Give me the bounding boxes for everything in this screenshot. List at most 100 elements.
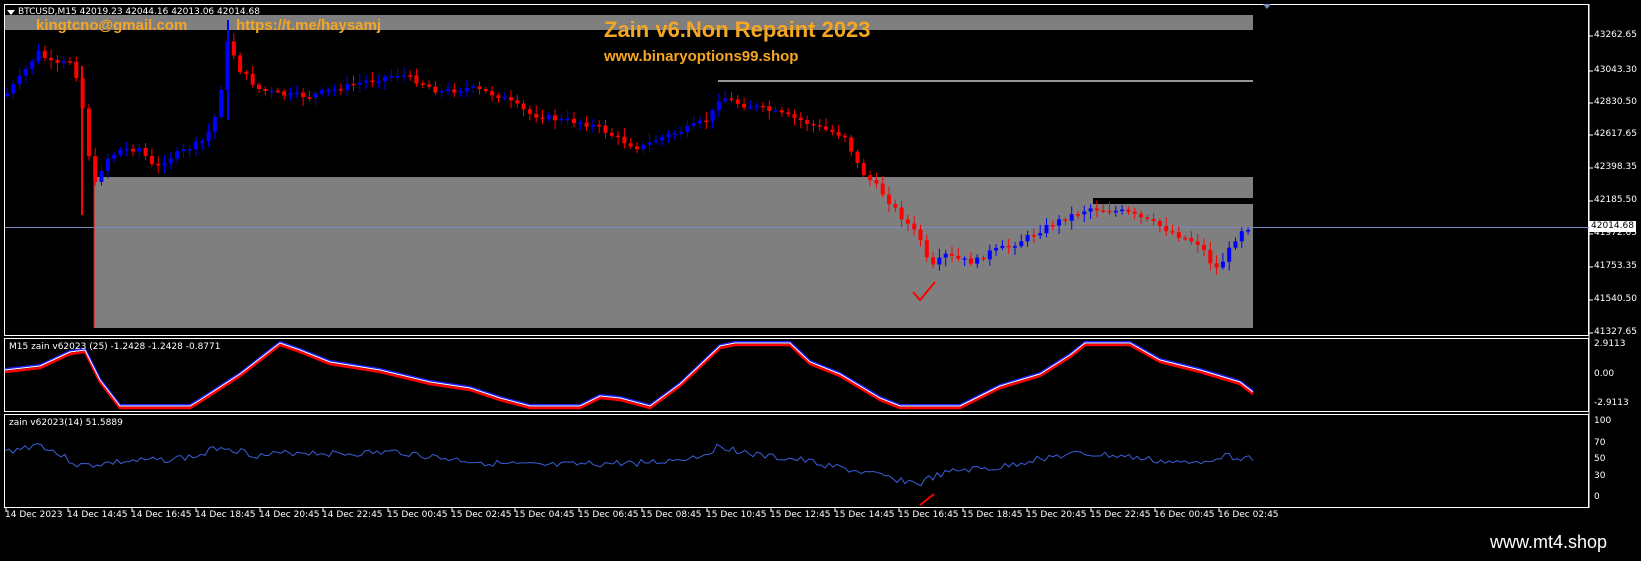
candle-body — [931, 257, 936, 265]
zone-dark-strip — [1093, 198, 1253, 204]
candle-body — [351, 83, 356, 86]
candle-body — [168, 158, 173, 164]
candle-body — [1145, 217, 1150, 219]
scroll-marker-icon[interactable] — [1263, 4, 1271, 9]
candle-body — [376, 81, 381, 83]
candle-body — [710, 110, 715, 121]
candle-body — [36, 50, 41, 62]
candle-body — [1044, 224, 1049, 234]
candle-body — [477, 86, 482, 90]
candle-body — [735, 99, 740, 104]
candle-body — [301, 92, 306, 98]
email-label: kingtcno@gmail.com — [36, 17, 188, 34]
candle-body — [584, 122, 589, 127]
candle-body — [294, 92, 299, 95]
candle-body — [1202, 244, 1206, 251]
trading-chart[interactable] — [0, 0, 1641, 561]
candle-body — [590, 124, 595, 127]
candle-body — [565, 118, 570, 121]
candle-body — [1069, 214, 1074, 221]
candle-body — [698, 120, 702, 124]
price-tick-label: 41540.50 — [1594, 294, 1637, 304]
candle-body — [1076, 214, 1080, 216]
candle-body — [773, 110, 778, 112]
candle-body — [540, 117, 545, 120]
rsi-axis-label: 30 — [1594, 471, 1606, 481]
candle-body — [1101, 210, 1106, 212]
indicator2-frame — [4, 414, 1589, 508]
candle-body — [817, 125, 822, 127]
candle-body — [326, 89, 331, 92]
candle-body — [635, 146, 639, 150]
time-tick-label: 15 Dec 16:45 — [898, 510, 959, 520]
footer-watermark: www.mt4.shop — [1490, 532, 1608, 552]
candle-body — [761, 105, 765, 108]
osc-main-line — [4, 342, 1254, 407]
candle-body — [244, 72, 249, 74]
candle-body — [1176, 232, 1181, 238]
candle-body — [685, 125, 690, 132]
candle-body — [1126, 209, 1131, 212]
price-tick-label: 41753.35 — [1594, 261, 1637, 271]
price-tick-label: 42185.50 — [1594, 195, 1637, 205]
candle-body — [143, 148, 148, 156]
candle-body — [1050, 224, 1055, 227]
candle-body — [887, 194, 891, 205]
candle-body — [861, 163, 866, 176]
candle-body — [622, 136, 627, 144]
candle-body — [1006, 245, 1011, 248]
candle-body — [395, 75, 400, 78]
candle-body — [137, 148, 142, 152]
candle-body — [149, 155, 154, 164]
candle-body — [641, 144, 646, 150]
candle-body — [389, 76, 394, 78]
candle-body — [118, 149, 123, 155]
candle-body — [200, 140, 205, 143]
rsi-axis-label: 50 — [1594, 454, 1606, 464]
candle-body — [383, 76, 387, 82]
candle-body — [767, 106, 772, 111]
candle-body — [880, 183, 885, 195]
candle-body — [496, 95, 501, 98]
candle-body — [1220, 261, 1225, 268]
candle-body — [578, 122, 583, 125]
time-tick-label: 14 Dec 14:45 — [67, 510, 128, 520]
candle-body — [609, 132, 614, 136]
time-tick-label: 15 Dec 14:45 — [834, 510, 895, 520]
candle-body — [956, 255, 961, 259]
candle-body — [603, 125, 608, 133]
panel-menu-icon[interactable] — [7, 10, 15, 15]
candle-body — [156, 163, 161, 166]
time-tick-label: 15 Dec 12:45 — [770, 510, 831, 520]
indicator-title: Zain v6.Non Repaint 2023 — [604, 17, 871, 42]
time-tick-label: 15 Dec 10:45 — [706, 510, 767, 520]
candle-body — [212, 116, 217, 132]
candle-body — [729, 98, 734, 101]
candle-body — [647, 142, 652, 145]
candle-body — [320, 90, 324, 94]
candle-body — [666, 134, 671, 138]
candle-body — [446, 89, 450, 92]
candle-body — [918, 229, 923, 241]
candle-body — [1139, 213, 1143, 218]
rsi-series — [4, 443, 1254, 487]
candle-body — [1151, 218, 1156, 222]
candle-body — [559, 118, 564, 121]
indicator1-header: M15 zain v62023 (25) -1.2428 -1.2428 -0.… — [9, 342, 221, 352]
candle-body — [49, 57, 54, 61]
indicator2-header: zain v62023(14) 51.5889 — [9, 418, 123, 428]
candle-body — [1183, 237, 1188, 240]
candle-body — [950, 253, 954, 256]
time-tick-label: 14 Dec 18:45 — [195, 510, 256, 520]
candle-body — [679, 131, 684, 134]
candle-body — [131, 148, 135, 152]
candle-body — [1157, 221, 1162, 227]
demand-zone — [94, 177, 1253, 328]
candle-body — [1195, 241, 1200, 245]
candle-body — [420, 83, 425, 86]
rsi-axis-label: 0 — [1594, 492, 1600, 502]
candle-body — [483, 89, 488, 92]
candle-body — [282, 91, 287, 96]
price-tick-label: 43043.30 — [1594, 65, 1637, 75]
price-tick-label: 42830.50 — [1594, 97, 1637, 107]
